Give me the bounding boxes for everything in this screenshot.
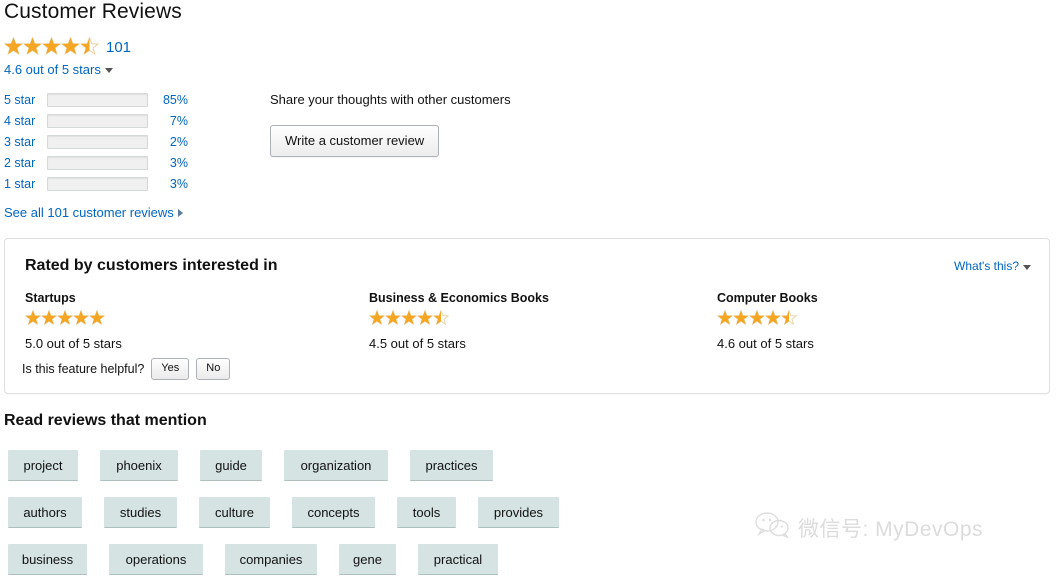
histogram-percent-label: 3% bbox=[169, 176, 188, 191]
chevron-down-icon bbox=[1023, 264, 1031, 270]
histogram-percent-label: 85% bbox=[162, 92, 188, 107]
review-count-link[interactable]: 101 bbox=[106, 39, 131, 56]
mention-tag[interactable]: practical bbox=[418, 544, 498, 575]
histogram-row[interactable]: 1 star 3% bbox=[4, 173, 188, 194]
interest-category: Business & Economics Books 4.5 out of 5 … bbox=[369, 291, 549, 351]
write-customer-review-button[interactable]: Write a customer review bbox=[270, 125, 440, 157]
interest-category-name: Computer Books bbox=[717, 291, 818, 305]
customer-reviews-page: Customer Reviews 101 4.6 out of 5 stars … bbox=[0, 0, 1062, 581]
interest-category: Computer Books 4.6 out of 5 stars bbox=[717, 291, 818, 351]
mention-tag[interactable]: gene bbox=[339, 544, 396, 575]
average-rating-dropdown[interactable]: 4.6 out of 5 stars bbox=[4, 62, 113, 77]
feature-helpful-row: Is this feature helpful? Yes No bbox=[22, 358, 231, 381]
mention-tag[interactable]: companies bbox=[225, 544, 317, 575]
star-icon bbox=[80, 36, 99, 56]
average-rating-label: 4.6 out of 5 stars bbox=[4, 62, 101, 77]
mention-tag[interactable]: concepts bbox=[292, 497, 375, 528]
histogram-star-label: 1 star bbox=[4, 176, 36, 191]
star-icon bbox=[42, 36, 61, 56]
mention-tag[interactable]: project bbox=[8, 450, 78, 481]
star-icon bbox=[41, 310, 57, 326]
chevron-down-icon bbox=[104, 68, 113, 73]
see-all-reviews-label: See all 101 customer reviews bbox=[4, 205, 174, 220]
histogram-row[interactable]: 4 star 7% bbox=[4, 110, 188, 131]
see-all-reviews-link[interactable]: See all 101 customer reviews bbox=[4, 205, 183, 220]
feature-helpful-yes-button[interactable]: Yes bbox=[151, 358, 190, 381]
overall-rating-row: 101 bbox=[4, 36, 188, 56]
histogram-bar bbox=[47, 113, 148, 128]
rating-histogram: 5 star 85% 4 star 7% 3 star 2% 2 star 3% 1 star 3… bbox=[4, 89, 188, 194]
histogram-bar bbox=[47, 176, 148, 191]
star-icon bbox=[57, 310, 73, 326]
star-icon bbox=[417, 310, 433, 326]
mention-tag-list: project phoenix guide organization practices… bbox=[8, 450, 1048, 581]
rated-by-interest-title: Rated by customers interested in bbox=[25, 257, 278, 274]
histogram-star-label: 3 star bbox=[4, 134, 36, 149]
overall-star-rating-icon bbox=[4, 36, 99, 56]
mention-tag-row: business operations companies gene practical bbox=[8, 544, 1048, 575]
feature-helpful-no-button[interactable]: No bbox=[196, 358, 231, 381]
histogram-percent-label: 3% bbox=[169, 155, 188, 170]
interest-category-star-rating-icon bbox=[717, 310, 797, 326]
star-icon bbox=[433, 310, 449, 326]
mention-tag[interactable]: phoenix bbox=[100, 450, 178, 481]
star-icon bbox=[749, 310, 765, 326]
interest-category-star-rating-icon bbox=[25, 310, 105, 326]
mention-tag[interactable]: tools bbox=[397, 497, 456, 528]
star-icon bbox=[733, 310, 749, 326]
histogram-star-label: 2 star bbox=[4, 155, 36, 170]
interest-category-score: 4.5 out of 5 stars bbox=[369, 336, 466, 351]
rating-summary: 101 4.6 out of 5 stars 5 star 85% 4 star 7%… bbox=[4, 36, 188, 222]
mention-tag[interactable]: practices bbox=[410, 450, 493, 481]
chevron-right-icon bbox=[177, 208, 183, 217]
mention-tag[interactable]: business bbox=[8, 544, 87, 575]
interest-category-score: 4.6 out of 5 stars bbox=[717, 336, 814, 351]
interest-category-score: 5.0 out of 5 stars bbox=[25, 336, 122, 351]
mention-tag[interactable]: provides bbox=[478, 497, 559, 528]
mention-tag[interactable]: culture bbox=[199, 497, 270, 528]
histogram-star-label: 5 star bbox=[4, 92, 36, 107]
star-icon bbox=[765, 310, 781, 326]
histogram-bar bbox=[47, 134, 148, 149]
feature-helpful-question: Is this feature helpful? bbox=[22, 362, 145, 377]
star-icon bbox=[781, 310, 797, 326]
histogram-row[interactable]: 2 star 3% bbox=[4, 152, 188, 173]
star-icon bbox=[385, 310, 401, 326]
star-icon bbox=[23, 36, 42, 56]
histogram-row[interactable]: 3 star 2% bbox=[4, 131, 188, 152]
share-thoughts-section: Share your thoughts with other customers… bbox=[270, 92, 511, 157]
histogram-percent-label: 7% bbox=[169, 113, 188, 128]
mention-tag[interactable]: operations bbox=[109, 544, 203, 575]
mentions-title: Read reviews that mention bbox=[4, 412, 207, 429]
mention-tag[interactable]: authors bbox=[8, 497, 82, 528]
histogram-bar bbox=[47, 155, 148, 170]
star-icon bbox=[369, 310, 385, 326]
star-icon bbox=[89, 310, 105, 326]
page-title: Customer Reviews bbox=[4, 0, 182, 23]
whats-this-link[interactable]: What's this? bbox=[954, 259, 1031, 273]
histogram-bar bbox=[47, 92, 148, 107]
mention-tag[interactable]: guide bbox=[200, 450, 262, 481]
mention-tag[interactable]: organization bbox=[284, 450, 388, 481]
star-icon bbox=[73, 310, 89, 326]
histogram-star-label: 4 star bbox=[4, 113, 36, 128]
interest-category-name: Business & Economics Books bbox=[369, 291, 549, 305]
star-icon bbox=[717, 310, 733, 326]
histogram-row[interactable]: 5 star 85% bbox=[4, 89, 188, 110]
star-icon bbox=[61, 36, 80, 56]
star-icon bbox=[401, 310, 417, 326]
interest-category-name: Startups bbox=[25, 291, 76, 305]
star-icon bbox=[25, 310, 41, 326]
mention-tag[interactable]: studies bbox=[104, 497, 177, 528]
share-thoughts-prompt: Share your thoughts with other customers bbox=[270, 92, 511, 107]
mention-tag-row: project phoenix guide organization practices bbox=[8, 450, 1048, 481]
star-icon bbox=[4, 36, 23, 56]
mention-tag-row: authors studies culture concepts tools provid… bbox=[8, 497, 1048, 528]
whats-this-label: What's this? bbox=[954, 259, 1019, 273]
histogram-percent-label: 2% bbox=[169, 134, 188, 149]
interest-category: Startups 5.0 out of 5 stars bbox=[25, 291, 122, 351]
interest-category-star-rating-icon bbox=[369, 310, 449, 326]
